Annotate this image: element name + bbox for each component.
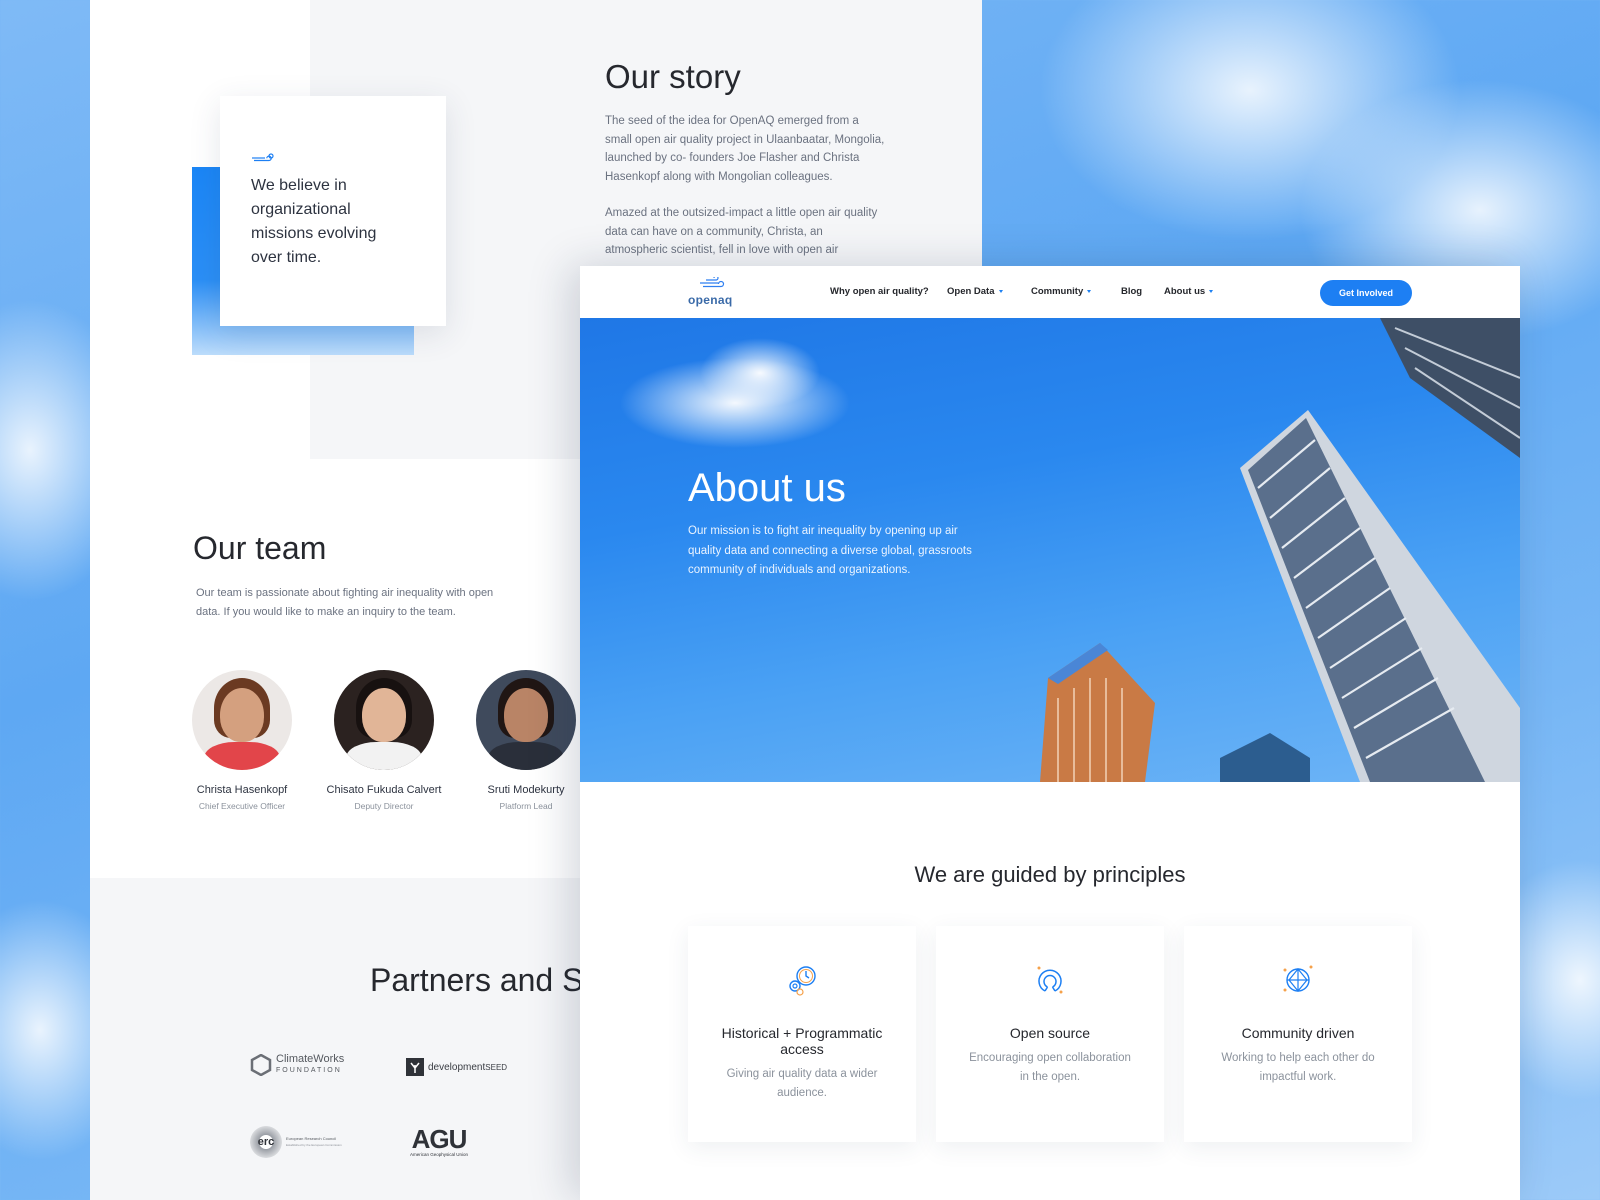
logo-subtext: American Geophysical Union — [410, 1152, 469, 1157]
principle-card: Community driven Working to help each ot… — [1184, 926, 1412, 1142]
logo-text: ClimateWorks — [276, 1053, 345, 1065]
card-description: Encouraging open collaboration in the op… — [969, 1052, 1131, 1083]
caret-down-icon — [1209, 289, 1214, 293]
partner-logo-development-seed[interactable]: development SEED — [406, 1058, 507, 1076]
nav-item-blog[interactable]: Blog — [1121, 286, 1142, 297]
partner-logo-agu[interactable]: AGU American Geophysical Union — [410, 1124, 468, 1157]
principles-title: We are guided by principles — [914, 862, 1186, 887]
team-member[interactable]: Sruti Modekurty Platform Lead — [466, 670, 586, 811]
avatar — [192, 670, 292, 770]
card-title: Community driven — [1241, 1025, 1355, 1041]
card-title: Historical + Programmatic access — [721, 1025, 883, 1057]
principle-card: Historical + Programmatic access Giving … — [688, 926, 916, 1142]
hero-text: Our mission is to fight air inequality b… — [688, 525, 972, 576]
nav-item-why-open-air-quality[interactable]: Why open air quality? — [830, 286, 929, 297]
nav-item-community[interactable]: Community — [1031, 286, 1092, 297]
card-title: Open source — [1009, 1025, 1091, 1041]
member-name: Christa Hasenkopf — [196, 784, 288, 796]
card-description: Working to help each other do impactful … — [1221, 1052, 1375, 1083]
team-description: Our team is passionate about fighting ai… — [196, 587, 494, 618]
hero-title: About us — [688, 466, 846, 510]
logo-text: AGU — [411, 1124, 468, 1154]
logo-subtext: SEED — [485, 1062, 508, 1072]
quote-text: We believe in organizational missions ev… — [251, 177, 377, 266]
wind-logo-icon — [252, 153, 274, 162]
member-name: Chisato Fukuda Calvert — [326, 784, 442, 796]
caret-down-icon — [1087, 289, 1092, 293]
hero-banner: About us Our mission is to fight air ine… — [580, 318, 1520, 782]
partners-title: Partners and S — [370, 962, 584, 998]
erc-icon: erc — [250, 1126, 282, 1158]
nav-item-about-us[interactable]: About us — [1164, 286, 1214, 297]
story-paragraph-2: Amazed at the outsized-impact a little o… — [605, 207, 878, 256]
front-page-mockup: openaq Why open air quality? Open Data C… — [580, 266, 1520, 1200]
story-title: Our story — [605, 58, 741, 95]
gears-clock-icon — [789, 966, 816, 996]
logo-subtext: FOUNDATION — [276, 1067, 342, 1074]
team-title: Our team — [193, 530, 327, 566]
team-member[interactable]: Chisato Fukuda Calvert Deputy Director — [324, 670, 444, 811]
member-role: Platform Lead — [499, 801, 553, 811]
seed-icon — [406, 1058, 424, 1076]
wind-logo-icon — [700, 277, 725, 288]
member-role: Chief Executive Officer — [198, 801, 286, 811]
team-member[interactable]: Christa Hasenkopf Chief Executive Office… — [182, 670, 302, 811]
open-source-icon — [1037, 966, 1063, 994]
brand-name: openaq — [688, 293, 733, 307]
caret-down-icon — [998, 289, 1003, 293]
member-name: Sruti Modekurty — [487, 784, 565, 796]
logo-text: development — [428, 1061, 486, 1073]
openaq-logo[interactable]: openaq — [688, 277, 738, 307]
hexagon-icon — [250, 1054, 272, 1076]
card-description: Giving air quality data a wider audience… — [726, 1068, 878, 1099]
quote-card: We believe in organizational missions ev… — [220, 96, 446, 326]
nav-item-open-data[interactable]: Open Data — [947, 286, 1003, 297]
member-role: Deputy Director — [354, 801, 414, 811]
logo-text: erc — [257, 1136, 275, 1148]
principle-card: Open source Encouraging open collaborati… — [936, 926, 1164, 1142]
partner-logo-erc[interactable]: erc European Research Council Establishe… — [250, 1126, 342, 1158]
partner-logo-climateworks[interactable]: ClimateWorks FOUNDATION — [250, 1054, 344, 1076]
story-paragraph-1: The seed of the idea for OpenAQ emerged … — [605, 115, 885, 183]
network-globe-icon — [1283, 965, 1313, 992]
get-involved-button[interactable]: Get Involved — [1320, 280, 1412, 306]
logo-subtext: Established by the European Commission — [286, 1143, 342, 1147]
avatar — [334, 670, 434, 770]
top-navigation: openaq Why open air quality? Open Data C… — [580, 266, 1520, 318]
avatar — [476, 670, 576, 770]
